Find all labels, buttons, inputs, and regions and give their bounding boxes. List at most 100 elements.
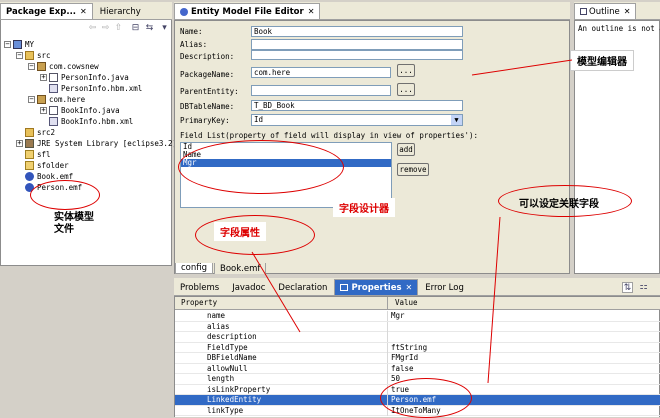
annotation-entity-model-file-line2: 文件 [54,224,74,235]
column-divider [387,342,388,353]
xml-file-icon [49,117,58,126]
package-name-field[interactable]: com.here [251,67,391,78]
java-file-icon [49,73,58,82]
primary-key-select[interactable]: Id ▼ [251,114,463,126]
package-explorer-tabbar: Package Exp... ✕ Hierarchy [0,2,172,20]
tab-properties[interactable]: Properties ✕ [334,279,419,295]
annotation-field-attributes: 字段属性 [214,222,266,241]
tree-item-label: BookInfo.hbm.xml [61,117,134,126]
collapse-icon[interactable]: − [28,63,35,70]
tree-item-label: src [37,51,51,60]
close-icon[interactable]: ✕ [406,283,413,292]
property-value: ftString [391,342,428,352]
tab-problems[interactable]: Problems [174,279,226,295]
properties-icon [340,284,349,291]
java-file-icon [49,106,58,115]
property-row[interactable]: DBFieldName FMgrId [175,353,660,364]
expand-icon[interactable]: + [40,74,47,81]
tab-hierarchy-label: Hierarchy [99,6,141,17]
up-icon[interactable]: ⇧ [113,23,124,34]
property-row[interactable]: alias [175,321,660,332]
tree-item-label: com.cowsnew [49,62,99,71]
annotation-field-designer: 字段设计器 [333,198,395,217]
link-editor-icon[interactable]: ⇆ [144,23,155,34]
close-icon[interactable]: ✕ [624,7,631,16]
folder-icon [25,150,34,159]
tree-item[interactable]: sfl [16,149,51,160]
alias-field[interactable] [251,39,463,50]
collapse-all-icon[interactable]: ⊟ [130,23,141,34]
package-browse-button[interactable]: ... [397,64,415,77]
column-divider [387,363,388,374]
close-icon[interactable]: ✕ [308,7,315,16]
add-field-button[interactable]: add [397,143,415,156]
property-name: linkType [207,405,244,415]
tab-package-explorer[interactable]: Package Exp... ✕ [0,3,93,19]
tab-entity-model-file-editor[interactable]: Entity Model File Editor ✕ [174,3,321,19]
tab-config[interactable]: config [175,263,214,274]
tree-item-label: src2 [37,128,56,137]
emf-editor-icon [180,7,188,16]
tree-item[interactable]: sfolder [16,160,69,171]
tab-hierarchy[interactable]: Hierarchy [93,3,147,19]
property-row[interactable]: description [175,332,660,343]
expand-icon[interactable]: + [40,107,47,114]
column-divider [387,321,388,332]
property-row[interactable]: FieldType ftString [175,342,660,353]
outline-tabbar: Outline ✕ [574,2,660,20]
view-menu-icon[interactable]: ▾ [159,23,170,34]
property-name: name [207,311,226,320]
property-row[interactable]: name Mgr [175,311,660,322]
remove-field-button[interactable]: remove [397,163,429,176]
tree-item[interactable]: + PersonInfo.java [40,72,129,83]
name-field[interactable]: Book [251,26,463,37]
package-name-label: PackageName: [180,70,235,79]
categories-icon[interactable]: ⇅ [622,282,633,293]
column-header-property[interactable]: Property [181,297,217,309]
property-value: FMgrId [391,353,419,362]
property-name: allowNull [207,363,248,373]
tree-item[interactable]: PersonInfo.hbm.xml [40,83,142,94]
outline-icon [580,8,587,15]
close-icon[interactable]: ✕ [80,7,87,16]
annotation-arrow-field-attributes [251,251,301,333]
parent-browse-button[interactable]: ... [397,83,415,96]
property-name: isLinkProperty [207,384,271,394]
tree-item[interactable]: + JRE System Library [eclipse3.2] [16,138,177,149]
tree-item-label: sfolder [37,161,69,170]
tree-item[interactable]: src2 [16,127,55,138]
name-label: Name: [180,27,203,36]
tab-editor-label: Entity Model File Editor [191,6,304,17]
property-name: LinkedEntity [207,395,262,404]
description-field[interactable] [251,50,463,60]
tree-item[interactable]: − com.here [28,94,85,105]
db-table-name-field[interactable]: T_BD_Book [251,100,463,111]
tree-item[interactable]: BookInfo.hbm.xml [40,116,133,127]
collapse-icon[interactable]: − [16,52,23,59]
forward-arrow-icon[interactable]: ⇨ [100,23,111,34]
tree-item[interactable]: − src [16,50,51,61]
editor-tabbar: Entity Model File Editor ✕ [174,2,570,20]
column-divider [387,332,388,342]
property-row[interactable]: allowNull false [175,363,660,374]
tab-error-log[interactable]: Error Log [419,279,470,295]
tree-item[interactable]: − MY [4,39,34,50]
tab-package-explorer-label: Package Exp... [6,6,77,17]
expand-icon[interactable]: + [16,140,23,147]
parent-entity-label: ParentEntity: [180,87,239,96]
chevron-down-icon[interactable]: ▼ [451,115,462,125]
tab-properties-label: Properties [351,282,402,293]
parent-entity-field[interactable] [251,85,391,96]
annotation-entity-model-file-line1: 实体模型 [54,212,94,223]
collapse-icon[interactable]: − [28,96,35,103]
property-value: Mgr [391,311,405,320]
filter-icon[interactable]: ⚏ [638,282,649,293]
property-name: DBFieldName [207,353,257,362]
db-table-name-label: DBTableName: [180,102,235,111]
column-header-value[interactable]: Value [395,297,418,309]
tab-outline[interactable]: Outline ✕ [574,3,637,19]
back-arrow-icon[interactable]: ⇦ [87,23,98,34]
collapse-icon[interactable]: − [4,41,11,48]
tree-item[interactable]: + BookInfo.java [40,105,120,116]
tree-item[interactable]: − com.cowsnew [28,61,99,72]
